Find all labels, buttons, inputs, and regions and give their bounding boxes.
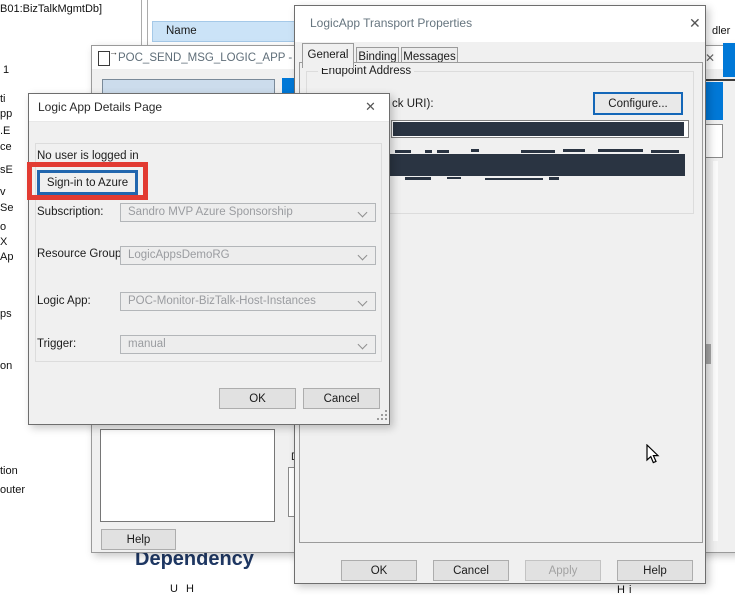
resource-group-dropdown[interactable]: LogicAppsDemoRG: [120, 246, 376, 265]
logic-app-label: Logic App:: [37, 295, 91, 307]
resource-group-value: LogicAppsDemoRG: [128, 249, 230, 261]
redacted-text-mark: [395, 150, 411, 153]
text-fragment: ti: [0, 93, 6, 105]
transport-cancel-button[interactable]: Cancel: [433, 560, 509, 581]
text-fragment: X: [0, 236, 8, 248]
resize-grip[interactable]: [377, 410, 379, 412]
logic-app-details-dialog: Logic App Details Page ✕ No user is logg…: [28, 93, 390, 425]
configure-button[interactable]: Configure...: [593, 92, 683, 115]
trigger-value: manual: [128, 338, 166, 350]
text-fragment: H: [186, 583, 194, 595]
redacted-uri-text: [393, 122, 684, 136]
right-column-header-fragment: dler: [712, 25, 731, 37]
details-dialog-title: Logic App Details Page: [38, 100, 163, 114]
text-fragment: i: [629, 584, 632, 595]
logic-app-value: POC-Monitor-BizTalk-Host-Instances: [128, 295, 316, 307]
details-cancel-button[interactable]: Cancel: [303, 388, 380, 409]
redacted-text-mark: [405, 177, 431, 180]
redacted-text-mark: [563, 149, 585, 152]
text-fragment: o: [0, 221, 7, 233]
details-close-icon[interactable]: ✕: [365, 100, 376, 113]
name-column-header-label: Name: [166, 25, 197, 37]
tab-general-label: General: [307, 49, 349, 61]
login-status-text: No user is logged in: [37, 150, 139, 162]
transport-help-button[interactable]: Help: [617, 560, 693, 581]
redacted-text-mark: [447, 177, 461, 179]
poc-dialog-title: POC_SEND_MSG_LOGIC_APP - Se: [118, 52, 310, 64]
chevron-down-icon: [357, 250, 368, 261]
text-fragment: Se: [0, 202, 14, 214]
text-fragment: U: [170, 583, 178, 595]
redacted-text-mark: [549, 177, 559, 180]
chevron-down-icon: [357, 296, 368, 307]
text-fragment: 1: [3, 64, 10, 76]
callback-uri-input[interactable]: [391, 120, 689, 138]
poc-right-blue-rect: [704, 82, 723, 120]
column-separator-line: [141, 0, 142, 46]
text-fragment: v: [0, 186, 6, 198]
poc-list-box[interactable]: [100, 429, 275, 522]
poc-help-button[interactable]: Help: [101, 529, 176, 550]
column-separator-line: [147, 0, 148, 46]
text-fragment: ps: [0, 308, 12, 320]
annotation-red-box: [27, 162, 148, 200]
poc-right-divider: [703, 79, 735, 81]
send-port-icon-arrow: →: [109, 47, 118, 57]
resource-group-label: Resource Group:: [37, 248, 125, 260]
poc-right-white-strip: [713, 161, 718, 541]
callback-uri-label-fragment: ck URI):: [392, 98, 434, 110]
poc-right-scrollbar-thumb[interactable]: [706, 344, 711, 364]
trigger-dropdown[interactable]: manual: [120, 335, 376, 354]
details-ok-button[interactable]: OK: [219, 388, 296, 409]
text-fragment: ce: [0, 141, 12, 153]
transport-dialog-title: LogicApp Transport Properties: [310, 16, 473, 30]
poc-right-white-button[interactable]: [704, 124, 723, 158]
redacted-text-mark: [598, 149, 643, 152]
text-fragment: H: [617, 584, 625, 595]
subscription-label: Subscription:: [37, 206, 104, 218]
mouse-cursor: [646, 444, 660, 464]
poc-close-icon[interactable]: ✕: [705, 52, 715, 65]
text-fragment: on: [0, 360, 13, 372]
subscription-dropdown[interactable]: Sandro MVP Azure Sponsorship: [120, 203, 376, 222]
screen: B01:BizTalkMgmtDb] Name dler 1 ti pp .E ce sE…: [0, 0, 735, 595]
transport-ok-button[interactable]: OK: [341, 560, 417, 581]
name-column-header[interactable]: Name: [152, 21, 302, 42]
redacted-text-mark: [651, 150, 679, 153]
background-blue-block: [723, 43, 735, 77]
redacted-text-mark: [471, 149, 479, 152]
redaction-bar: [389, 154, 685, 176]
logic-app-dropdown[interactable]: POC-Monitor-BizTalk-Host-Instances: [120, 292, 376, 311]
text-fragment: tion: [0, 465, 18, 477]
transport-apply-button[interactable]: Apply: [525, 560, 601, 581]
subscription-value: Sandro MVP Azure Sponsorship: [128, 206, 293, 218]
redacted-text-mark: [437, 150, 449, 153]
text-fragment: outer: [0, 484, 26, 496]
text-fragment: pp: [0, 108, 13, 120]
chevron-down-icon: [357, 207, 368, 218]
text-fragment: .E: [0, 125, 11, 137]
text-fragment: sE: [0, 164, 13, 176]
tree-db-label: B01:BizTalkMgmtDb]: [0, 3, 103, 15]
chevron-down-icon: [357, 339, 368, 350]
redacted-text-mark: [521, 150, 555, 153]
text-fragment: Ap: [0, 251, 14, 263]
redacted-text-mark: [425, 150, 432, 153]
redacted-text-mark: [485, 178, 543, 180]
tab-general[interactable]: General: [302, 43, 354, 68]
transport-close-icon[interactable]: ✕: [689, 16, 701, 30]
trigger-label: Trigger:: [37, 338, 77, 350]
